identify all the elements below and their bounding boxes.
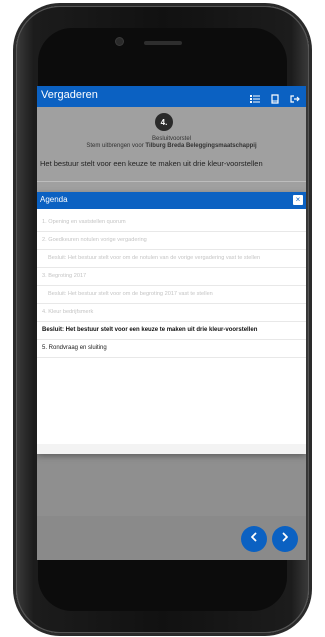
vote-prefix: Stem uitbrengen voor: [86, 143, 144, 149]
front-camera: [116, 38, 123, 45]
vote-for-line: Stem uitbrengen voor Tilburg Breda Beleg…: [37, 143, 306, 149]
agenda-modal: Agenda × 1. Opening en vaststellen quoru…: [37, 192, 306, 454]
chevron-right-icon: [279, 530, 291, 548]
app-title: Vergaderen: [41, 89, 98, 101]
agenda-item[interactable]: 4. Kleur bedrijfsmerk: [37, 304, 306, 322]
mute-switch: [13, 118, 16, 134]
agenda-item[interactable]: Besluit: Het bestuur stelt voor om de be…: [37, 286, 306, 304]
agenda-list: 1. Opening en vaststellen quorum 2. Goedk…: [37, 214, 306, 358]
agenda-item[interactable]: 2. Goedkeuren notulen vorige vergadering: [37, 232, 306, 250]
phone-screen: Vergaderen 4. Besluitvoorstel Stem uitbr…: [37, 86, 306, 560]
next-button[interactable]: [272, 526, 298, 552]
agenda-modal-footer: [37, 444, 306, 454]
volume-down-button: [13, 190, 16, 220]
item-number-badge: 4.: [155, 113, 173, 131]
divider: [37, 181, 306, 192]
close-button[interactable]: ×: [293, 195, 303, 205]
book-icon[interactable]: [270, 91, 280, 104]
previous-button[interactable]: [241, 526, 267, 552]
agenda-item[interactable]: 3. Begroting 2017: [37, 268, 306, 286]
earpiece-speaker: [144, 41, 182, 45]
agenda-item[interactable]: Besluit: Het bestuur stelt voor om de no…: [37, 250, 306, 268]
agenda-modal-header: Agenda ×: [37, 192, 306, 209]
agenda-item[interactable]: 1. Opening en vaststellen quorum: [37, 214, 306, 232]
chevron-left-icon: [248, 530, 260, 548]
logout-icon[interactable]: [290, 91, 300, 103]
agenda-item[interactable]: 5. Rondvraag en sluiting: [37, 340, 306, 358]
proposal-text: Het bestuur stelt voor een keuze te make…: [40, 159, 263, 168]
list-icon[interactable]: [250, 91, 260, 103]
bottom-navigation: [37, 516, 306, 560]
agenda-item[interactable]: Besluit: Het bestuur stelt voor een keuz…: [37, 322, 306, 340]
item-type-label: Besluitvoorstel: [151, 136, 192, 142]
volume-up-button: [13, 150, 16, 180]
company-name: Tilburg Breda Beleggingsmaatschappij: [145, 143, 257, 149]
agenda-modal-title: Agenda: [40, 195, 68, 204]
power-button: [309, 160, 312, 196]
app-header: Vergaderen: [37, 86, 306, 107]
